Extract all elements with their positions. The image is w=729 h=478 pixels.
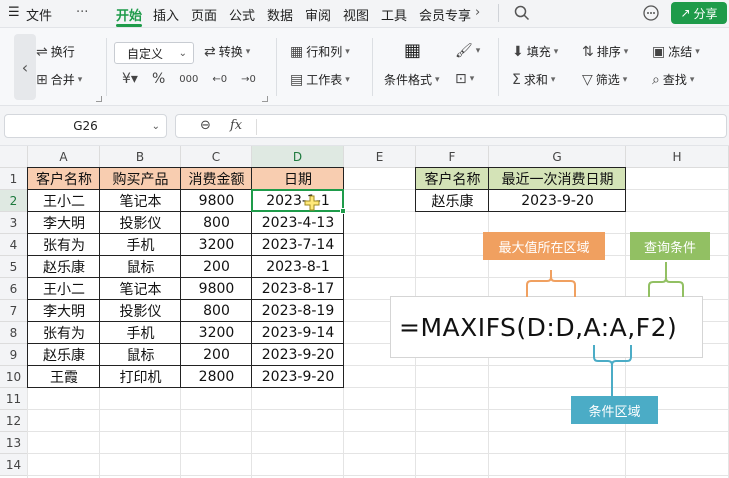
annotation-brackets <box>526 262 684 396</box>
criteria-range-bracket <box>593 345 632 396</box>
criteria-bracket <box>648 262 684 297</box>
max-range-bracket <box>526 270 576 297</box>
